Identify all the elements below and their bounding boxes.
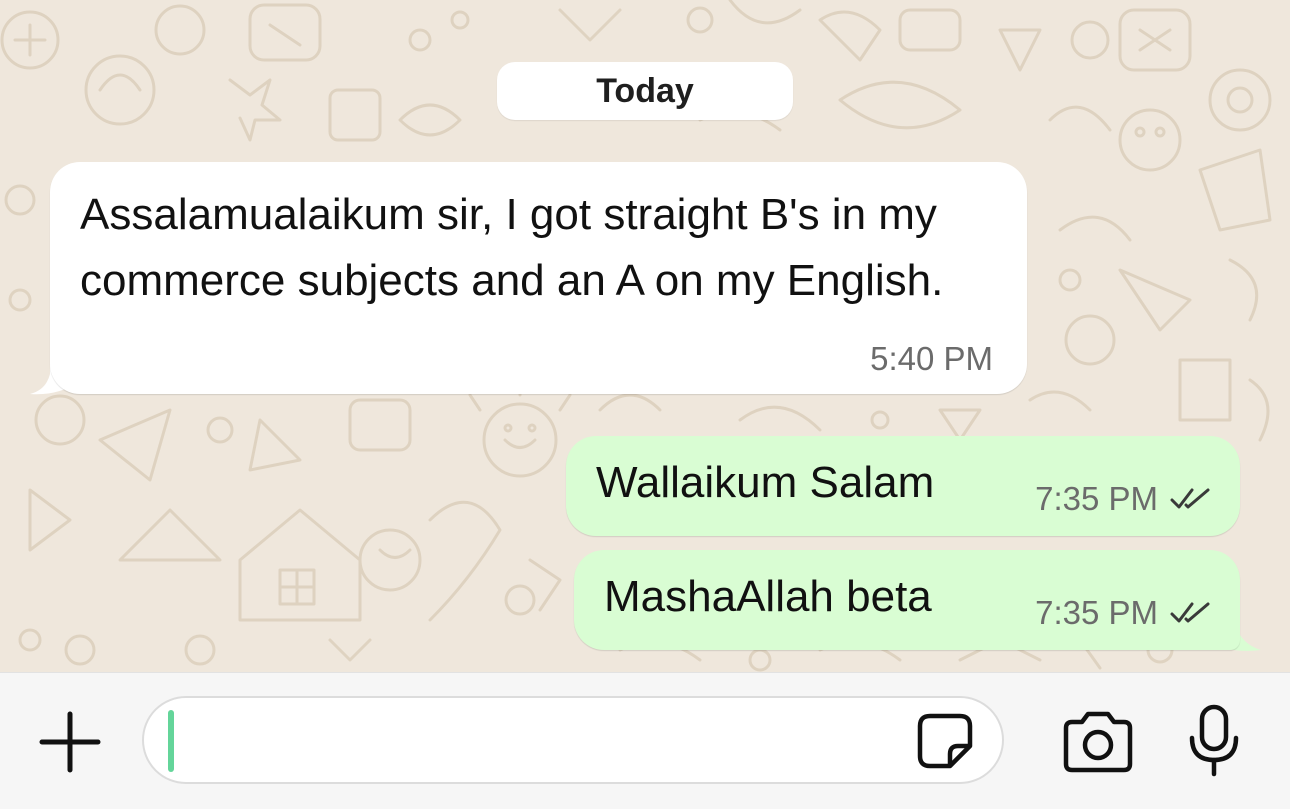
message-meta: 7:35 PM — [1035, 480, 1212, 518]
date-separator: Today — [497, 62, 793, 120]
sticker-icon[interactable] — [916, 712, 974, 770]
microphone-icon[interactable] — [1186, 704, 1242, 778]
message-text: MashaAllah beta — [604, 572, 932, 621]
chat-area[interactable]: Today Assalamualaikum sir, I got straigh… — [0, 0, 1290, 672]
message-bubble-outgoing[interactable]: MashaAllah beta 7:35 PM — [574, 550, 1240, 650]
message-time: 7:35 PM — [1035, 594, 1158, 631]
plus-icon[interactable] — [38, 710, 102, 774]
message-input[interactable] — [164, 708, 908, 774]
double-check-icon — [1170, 602, 1210, 623]
message-text: Assalamualaikum sir, I got straight B's … — [80, 190, 944, 305]
message-bubble-outgoing[interactable]: Wallaikum Salam 7:35 PM — [566, 436, 1240, 536]
message-text: Wallaikum Salam — [596, 458, 935, 507]
message-meta: 7:35 PM — [1035, 594, 1212, 632]
message-time: 7:35 PM — [1035, 480, 1158, 517]
message-bubble-incoming[interactable]: Assalamualaikum sir, I got straight B's … — [50, 162, 1027, 394]
message-field[interactable] — [142, 696, 1004, 784]
double-check-icon — [1170, 488, 1210, 509]
camera-icon[interactable] — [1060, 710, 1136, 774]
message-time: 5:40 PM — [870, 340, 993, 377]
